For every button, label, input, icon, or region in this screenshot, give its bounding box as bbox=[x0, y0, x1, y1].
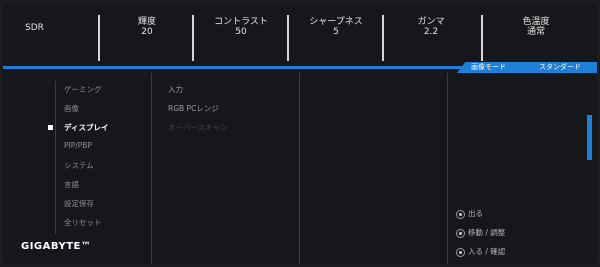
divider bbox=[481, 15, 483, 61]
picture-mode-value: スタンダード bbox=[539, 63, 581, 71]
menu-item-picture[interactable]: 画像 bbox=[64, 103, 79, 114]
sharpness-status: シャープネス 5 bbox=[288, 17, 384, 37]
menu-item-display[interactable]: ディスプレイ bbox=[64, 122, 108, 133]
joystick-icon bbox=[456, 228, 465, 238]
column-divider bbox=[151, 73, 152, 264]
brightness-status: 輝度 20 bbox=[99, 17, 195, 37]
picture-mode-indicator: 画像モード スタンダード bbox=[457, 62, 597, 73]
picture-mode-label: 画像モード bbox=[471, 63, 506, 71]
menu-guide-line bbox=[55, 81, 56, 234]
color-temp-value: 通常 bbox=[526, 27, 545, 37]
hint-move-label: 移動 / 調整 bbox=[468, 228, 506, 237]
hint-enter-confirm: 入る / 確認 bbox=[456, 246, 505, 257]
color-temp-status: 色温度 通常 bbox=[488, 17, 584, 37]
menu-item-gaming[interactable]: ゲーミング bbox=[64, 84, 102, 95]
sharpness-label: シャープネス bbox=[309, 17, 363, 27]
hdr-mode-label: SDR bbox=[25, 23, 44, 33]
menu-item-save-settings[interactable]: 設定保存 bbox=[64, 198, 94, 209]
submenu-item-input[interactable]: 入力 bbox=[168, 84, 183, 95]
joystick-icon bbox=[456, 209, 465, 219]
brand-logo: GIGABYTE™ bbox=[21, 241, 92, 252]
scroll-indicator[interactable] bbox=[587, 115, 592, 160]
hint-exit: 出る bbox=[456, 208, 483, 219]
contrast-value: 50 bbox=[235, 27, 247, 37]
osd-screen: SDR 輝度 20 コントラスト 50 シャープネス 5 ガンマ 2.2 色温度… bbox=[3, 3, 597, 264]
contrast-label: コントラスト bbox=[214, 17, 268, 27]
hint-exit-label: 出る bbox=[468, 209, 483, 218]
active-marker bbox=[48, 125, 53, 130]
submenu-item-rgb-range[interactable]: RGB PCレンジ bbox=[168, 103, 219, 114]
menu-item-language[interactable]: 言語 bbox=[64, 179, 79, 190]
brightness-value: 20 bbox=[141, 27, 153, 37]
contrast-status: コントラスト 50 bbox=[193, 17, 289, 37]
sharpness-value: 5 bbox=[333, 27, 339, 37]
color-temp-label: 色温度 bbox=[522, 17, 550, 27]
hint-enter-label: 入る / 確認 bbox=[468, 247, 506, 256]
osd-menu: ゲーミング 画像 ディスプレイ PIP/PBP システム 言語 設定保存 全リセ… bbox=[3, 73, 597, 264]
joystick-icon bbox=[456, 247, 465, 257]
column-divider bbox=[299, 73, 300, 264]
menu-item-reset-all[interactable]: 全リセット bbox=[64, 217, 102, 228]
column-divider bbox=[447, 73, 448, 264]
brightness-label: 輝度 bbox=[137, 17, 156, 27]
gamma-label: ガンマ bbox=[417, 17, 445, 27]
submenu-item-overscan: オーバースキャン bbox=[168, 123, 228, 132]
menu-item-pip-pbp[interactable]: PIP/PBP bbox=[64, 141, 92, 150]
menu-item-system[interactable]: システム bbox=[64, 160, 94, 171]
gamma-value: 2.2 bbox=[423, 27, 439, 37]
hint-move-adjust: 移動 / 調整 bbox=[456, 227, 505, 238]
gamma-status: ガンマ 2.2 bbox=[383, 17, 479, 37]
status-bar: SDR 輝度 20 コントラスト 50 シャープネス 5 ガンマ 2.2 色温度… bbox=[3, 9, 597, 67]
